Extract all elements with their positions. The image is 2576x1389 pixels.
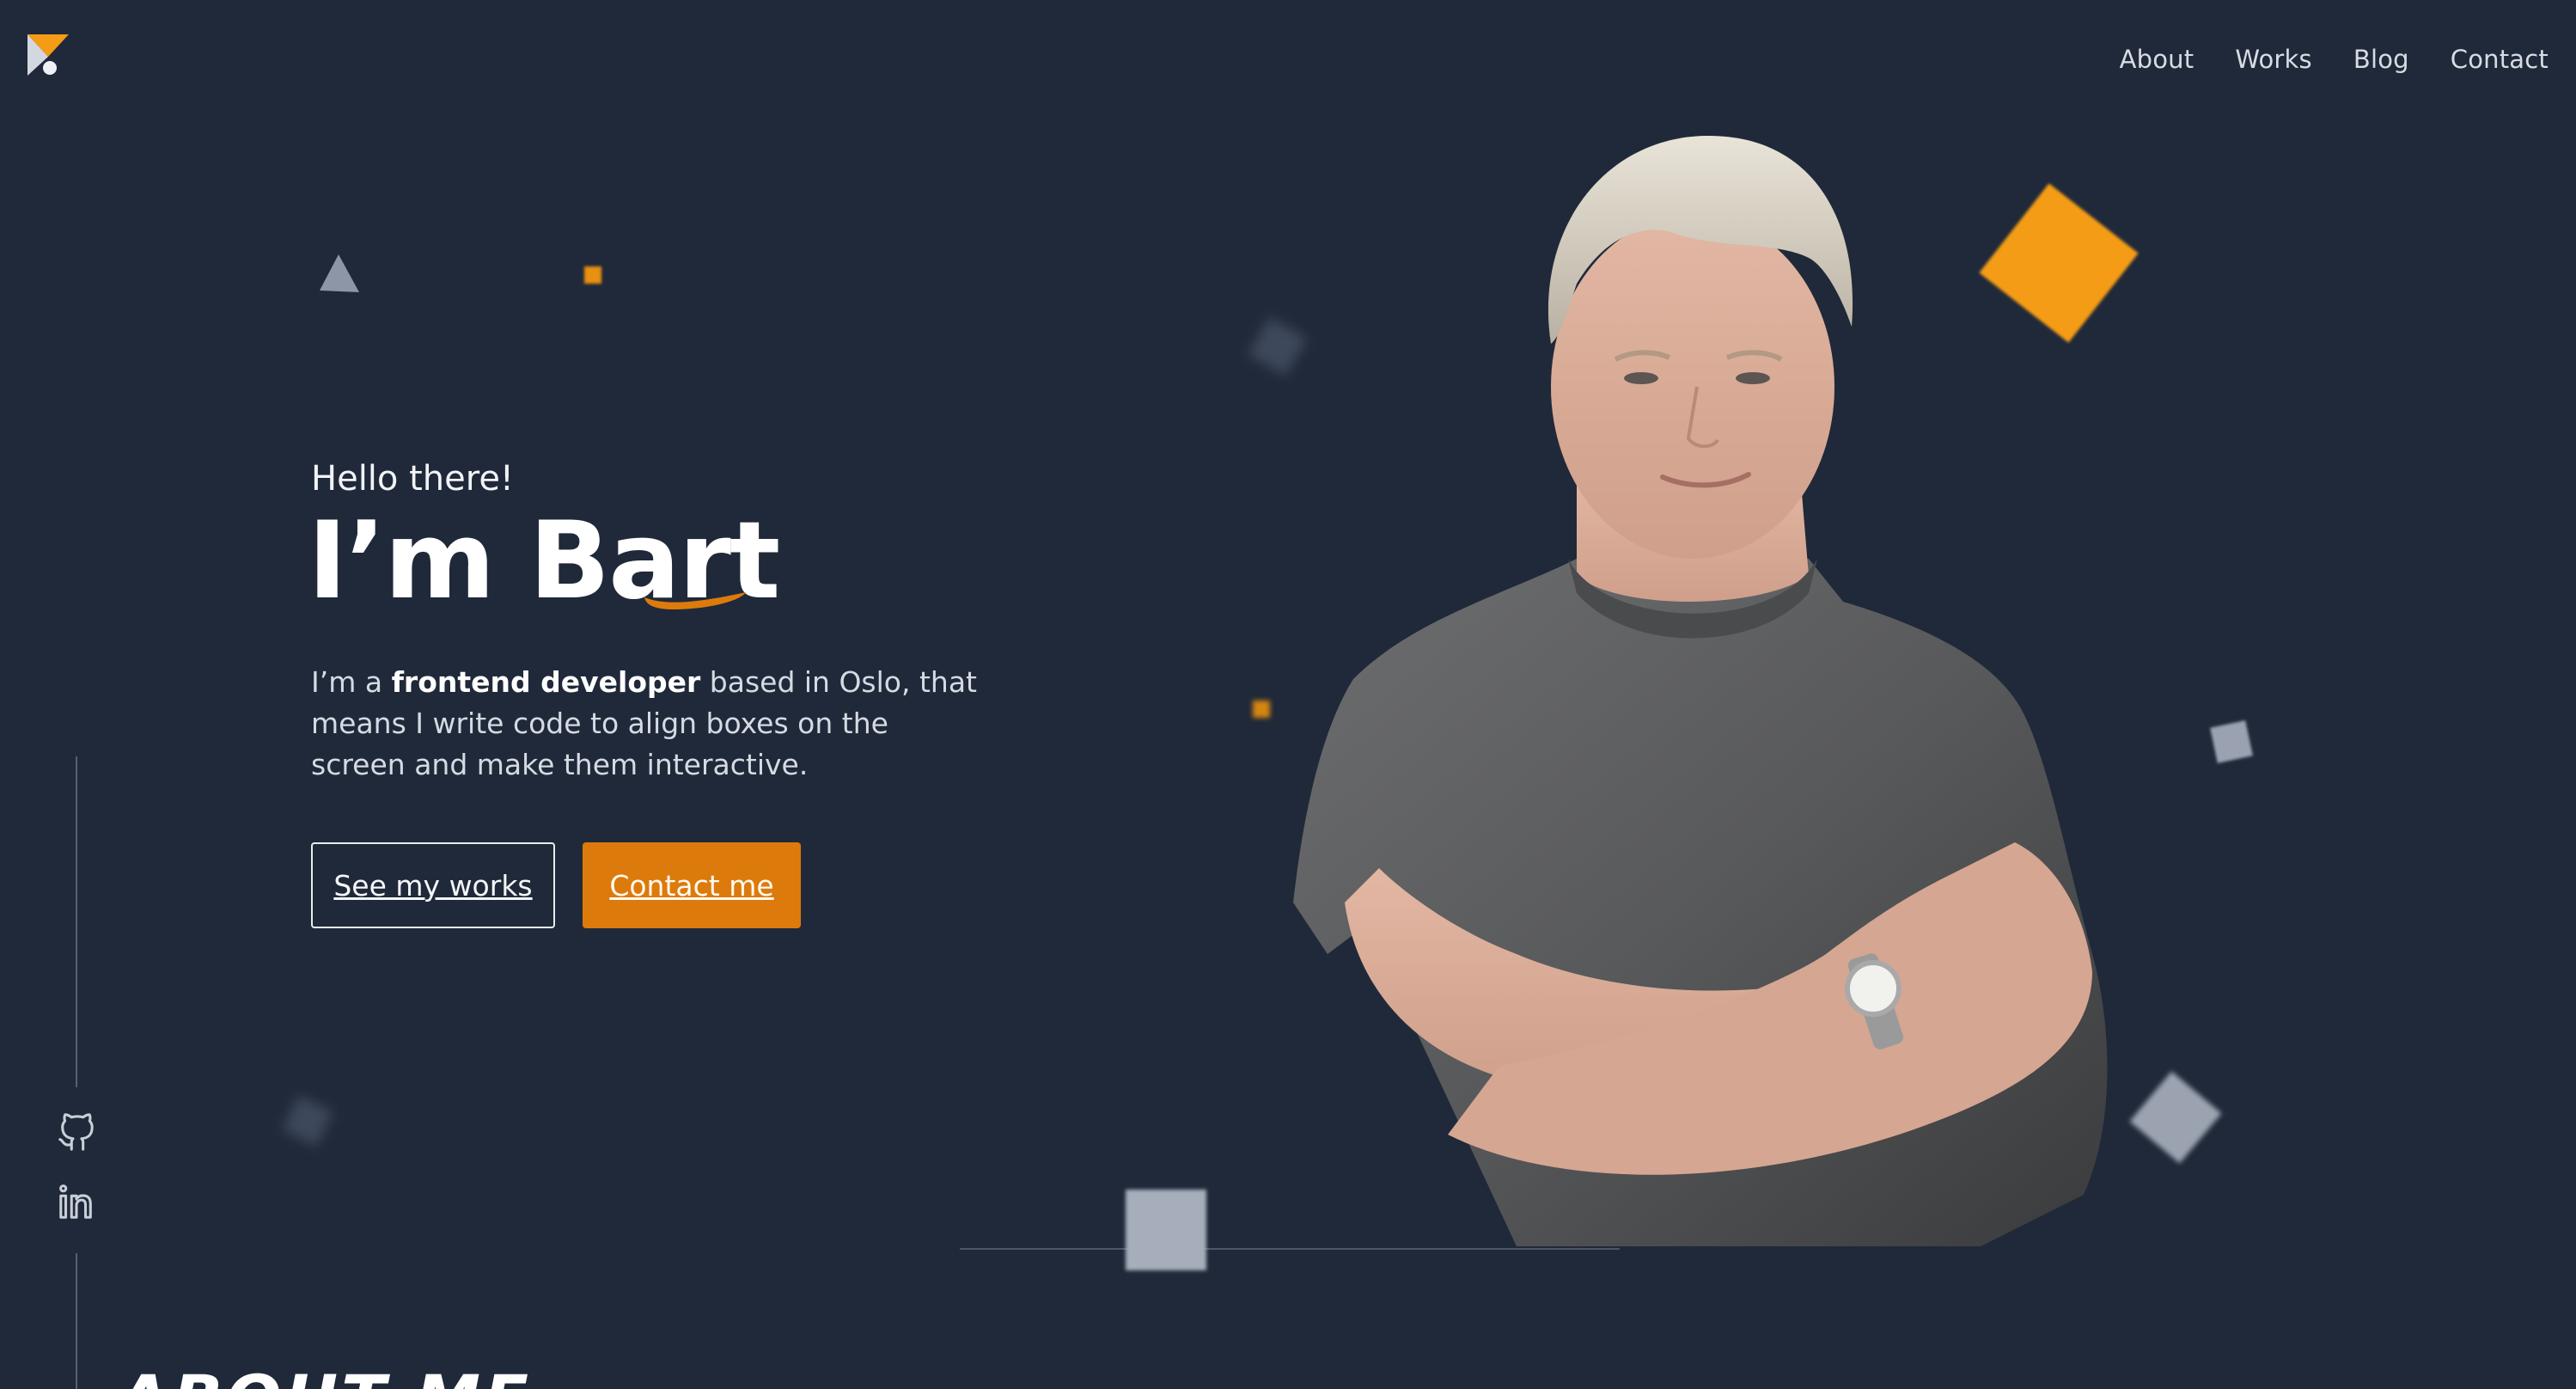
hero-greeting: Hello there! <box>311 459 514 499</box>
decor-triangle <box>320 254 359 292</box>
github-icon <box>58 1113 94 1151</box>
hero-description: I’m a frontend developer based in Oslo, … <box>311 662 990 786</box>
decor-orange-dot <box>1253 701 1270 718</box>
nav-blog[interactable]: Blog <box>2353 45 2409 74</box>
portrait-photo <box>1293 135 2108 1246</box>
logo[interactable] <box>26 33 70 77</box>
description-highlight: frontend developer <box>391 665 701 699</box>
title-underline-brush <box>644 592 746 609</box>
contact-me-button[interactable]: Contact me <box>583 842 801 928</box>
nav-works[interactable]: Works <box>2235 45 2312 74</box>
nav-about[interactable]: About <box>2120 45 2194 74</box>
landing-page: About Works Blog Contact Hello there! I’… <box>0 0 2576 1389</box>
decor-orange-dot <box>584 266 601 284</box>
decor-grey-square <box>1126 1190 1206 1270</box>
linkedin-link[interactable] <box>57 1183 96 1222</box>
rail-divider-top <box>76 756 77 1087</box>
linkedin-icon <box>59 1184 92 1219</box>
nav-contact[interactable]: Contact <box>2451 45 2549 74</box>
see-my-works-button[interactable]: See my works <box>311 842 555 928</box>
github-link[interactable] <box>57 1113 96 1153</box>
description-prefix: I’m a <box>311 665 392 699</box>
decor-grey-square <box>2210 720 2253 763</box>
rail-divider-bottom <box>76 1253 77 1389</box>
decor-blurred-square <box>282 1095 333 1147</box>
hero-baseline-divider <box>960 1248 1620 1250</box>
decor-grey-square <box>2129 1071 2222 1164</box>
top-nav: About Works Blog Contact <box>2120 45 2549 74</box>
about-section-heading: ABOUT ME <box>119 1365 532 1389</box>
